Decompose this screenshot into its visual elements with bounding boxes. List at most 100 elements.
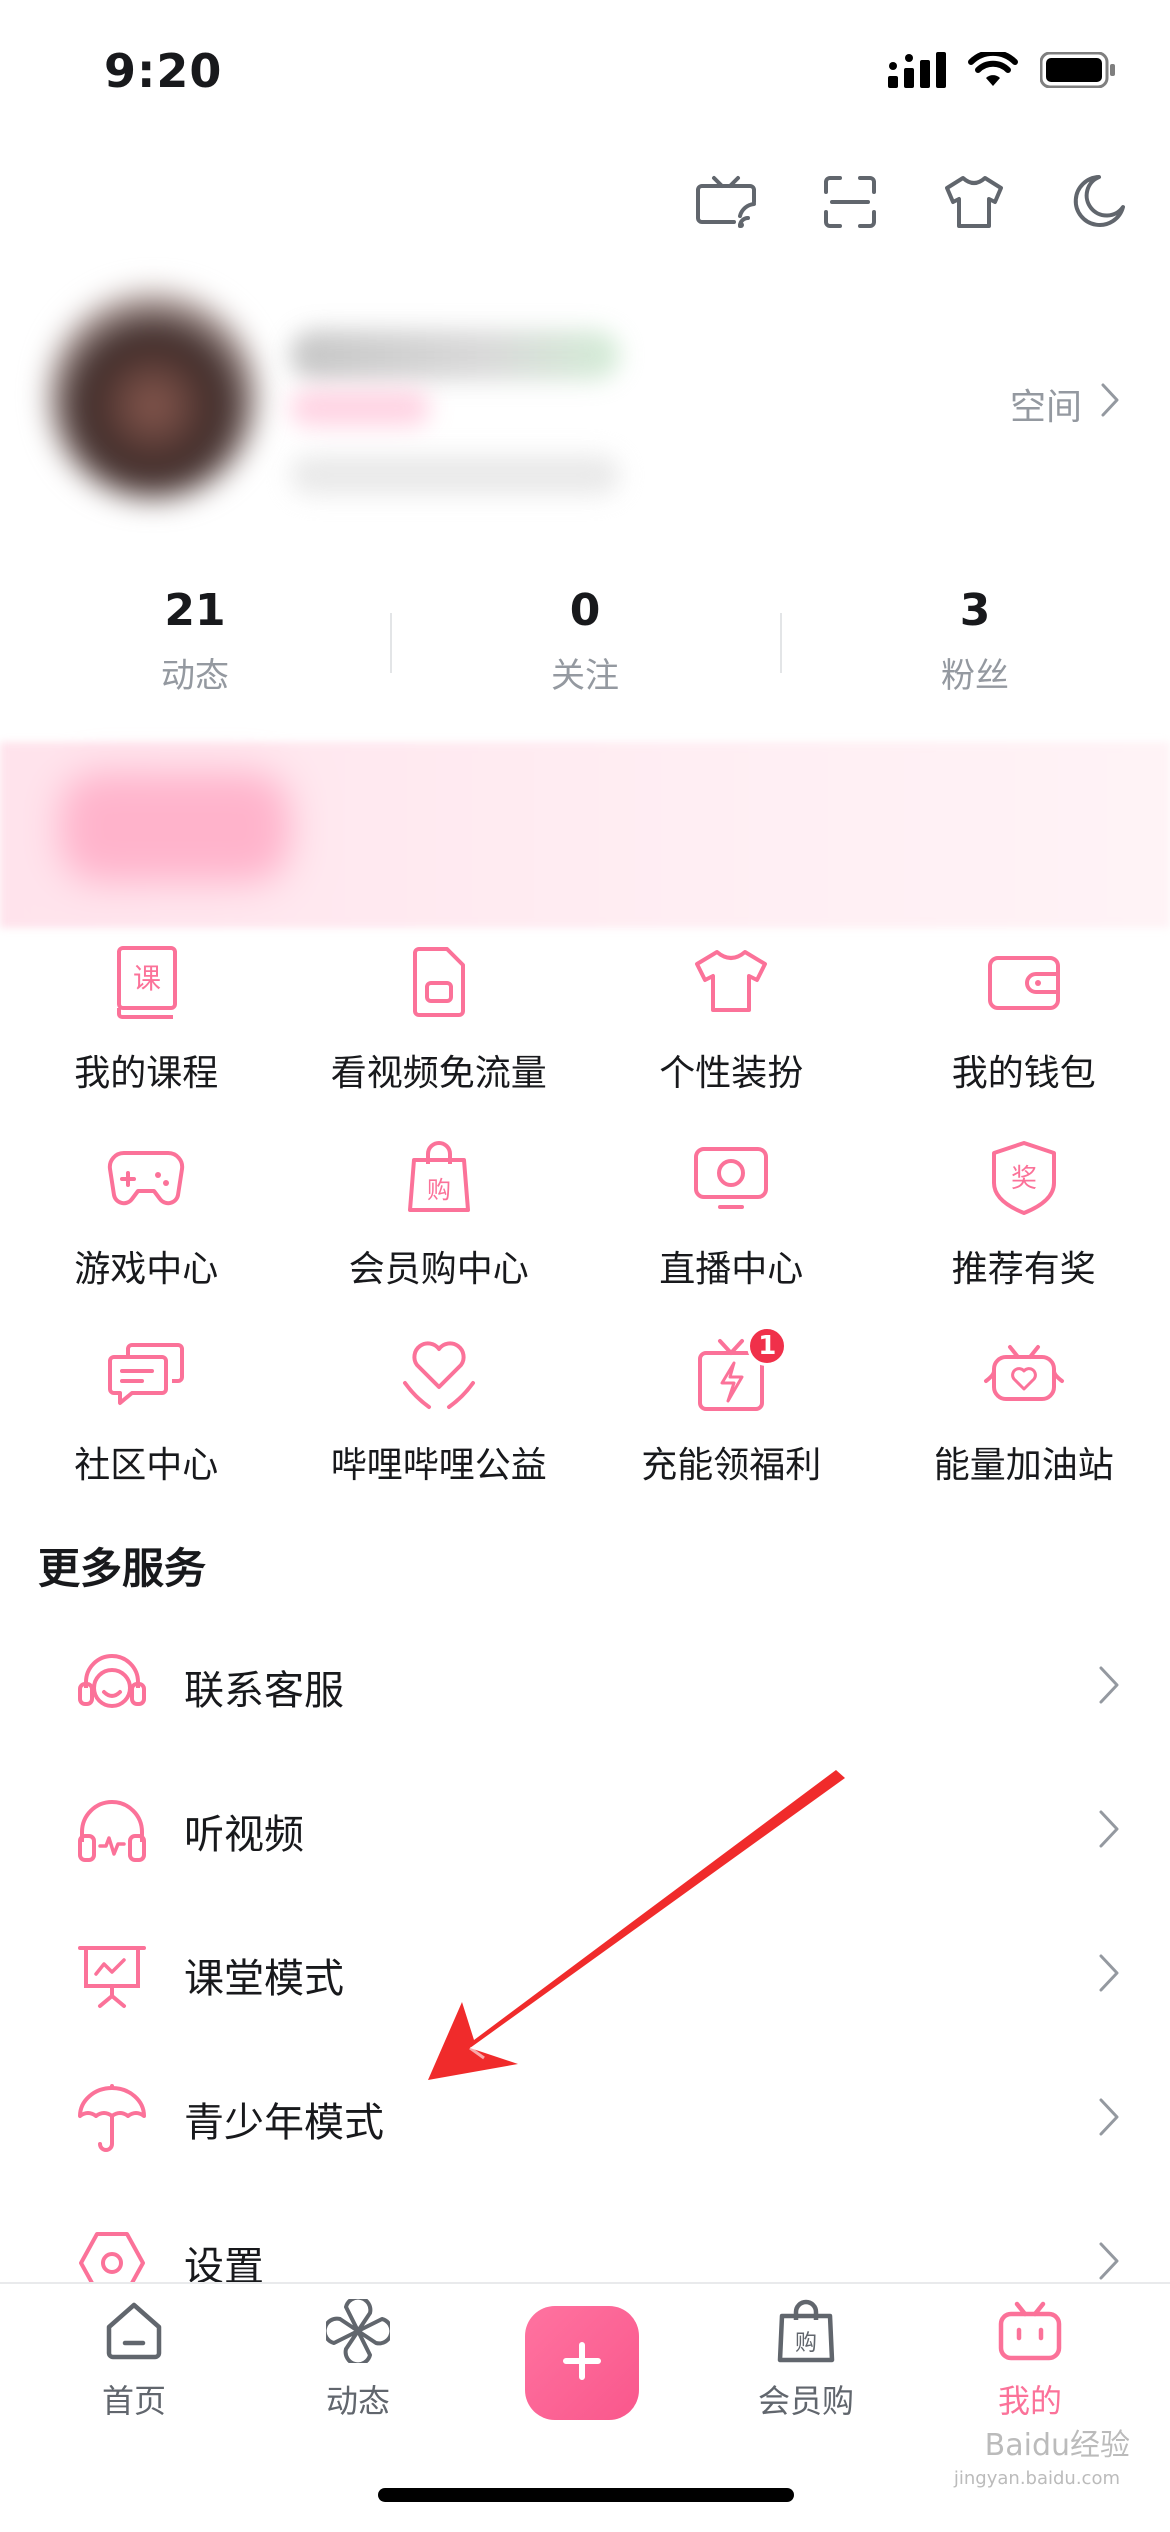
grid-item-label: 个性装扮 [659, 1053, 804, 1094]
pinwheel-icon [323, 2296, 393, 2366]
section-title-more-services: 更多服务 [38, 1544, 207, 1593]
tab-home[interactable]: 首页 [22, 2296, 246, 2422]
grid-item-my-course[interactable]: 课 我的课程 [0, 940, 293, 1098]
grid-item-label: 看视频免流量 [330, 1053, 547, 1094]
grid-item-game-center[interactable]: 游戏中心 [0, 1136, 293, 1294]
svg-text:奖: 奖 [1011, 1164, 1037, 1194]
umbrella-icon [72, 2079, 152, 2159]
grid-item-label: 充能领福利 [641, 1445, 822, 1486]
publish-button[interactable] [525, 2306, 639, 2420]
service-row-classroom-mode[interactable]: 课堂模式 [0, 1903, 1170, 2047]
grid-item-label: 我的课程 [74, 1053, 219, 1094]
tab-label: 我的 [997, 2382, 1062, 2420]
signal-icon [888, 52, 946, 92]
gamepad-icon [104, 1136, 188, 1220]
service-row-teen-mode[interactable]: 青少年模式 [0, 2047, 1170, 2191]
service-label: 青少年模式 [184, 2100, 384, 2146]
service-row-listen-video[interactable]: 听视频 [0, 1759, 1170, 1903]
stat-fans[interactable]: 3 粉丝 [780, 585, 1170, 705]
plus-icon [560, 2339, 604, 2387]
grid-item-label: 能量加油站 [933, 1445, 1114, 1486]
stats-bar: 21 动态 0 关注 3 粉丝 [0, 585, 1170, 705]
grid-item-vip-shop[interactable]: 购 会员购中心 [293, 1136, 586, 1294]
vip-badge-blurred [290, 390, 430, 426]
home-indicator [378, 2488, 794, 2502]
username-blurred [290, 330, 620, 380]
tv-cast-icon[interactable] [694, 170, 758, 234]
bilibili-tv-icon [995, 2296, 1065, 2366]
tshirt-icon[interactable] [942, 170, 1006, 234]
svg-text:课: 课 [133, 962, 161, 995]
course-icon: 课 [104, 940, 188, 1024]
home-icon [99, 2296, 169, 2366]
service-label: 联系客服 [184, 1668, 344, 1714]
stat-label: 动态 [161, 656, 229, 696]
tab-publish[interactable] [470, 2296, 694, 2422]
top-actions [694, 170, 1130, 234]
chevron-right-icon [1098, 1665, 1120, 1709]
reward-icon: 奖 [982, 1136, 1066, 1220]
vip-banner-blurred[interactable] [0, 742, 1170, 928]
grid-item-live-center[interactable]: 直播中心 [585, 1136, 878, 1294]
stat-value: 3 [959, 585, 991, 636]
notification-badge: 1 [747, 1326, 788, 1366]
stat-following[interactable]: 0 关注 [390, 585, 780, 705]
headphones-icon [72, 1791, 152, 1871]
banner-highlight [60, 772, 290, 882]
grid-item-charity[interactable]: 哔哩哔哩公益 [293, 1332, 586, 1490]
tab-dynamics[interactable]: 动态 [246, 2296, 470, 2422]
grid-item-label: 会员购中心 [348, 1249, 529, 1290]
svg-text:购: 购 [795, 2331, 817, 2356]
headset-smile-icon [72, 1647, 152, 1727]
service-label: 听视频 [184, 1812, 304, 1858]
status-icons [888, 49, 1116, 92]
chevron-right-icon [1098, 1953, 1120, 1997]
stat-label: 粉丝 [941, 656, 1009, 696]
moon-icon[interactable] [1066, 170, 1130, 234]
grid-item-wallet[interactable]: 我的钱包 [878, 940, 1170, 1098]
scan-icon[interactable] [818, 170, 882, 234]
more-services-list: 联系客服 听视频 课堂模式 青少年模式 设置 [0, 1615, 1170, 2335]
wifi-icon [968, 49, 1018, 92]
grid-item-free-data[interactable]: 看视频免流量 [293, 940, 586, 1098]
heart-hands-icon [397, 1332, 481, 1416]
stat-value: 0 [569, 585, 601, 636]
gift-charge-icon: 1 [689, 1326, 788, 1416]
tab-label: 动态 [325, 2382, 390, 2420]
live-tv-icon [689, 1136, 773, 1220]
tabs: 首页 动态 购 会员购 我的 [0, 2296, 1170, 2422]
shopping-bag-icon: 购 [771, 2296, 841, 2366]
feature-grid: 课 我的课程 看视频免流量 个性装扮 我的钱包 游戏中心 购 会员购中心 直播中… [0, 940, 1170, 1490]
grid-item-energy-station[interactable]: 能量加油站 [878, 1332, 1170, 1490]
grid-item-label: 推荐有奖 [951, 1249, 1096, 1290]
sim-card-icon [397, 940, 481, 1024]
grid-item-referral-reward[interactable]: 奖 推荐有奖 [878, 1136, 1170, 1294]
profile-info-blurred [290, 455, 620, 495]
chevron-right-icon [1098, 1809, 1120, 1853]
avatar[interactable] [48, 290, 258, 500]
space-label: 空间 [1009, 387, 1082, 428]
watermark-url: jingyan.baidu.com [953, 2468, 1120, 2489]
tab-mine[interactable]: 我的 [918, 2296, 1142, 2422]
chevron-right-icon [1098, 2097, 1120, 2141]
grid-item-label: 社区中心 [74, 1445, 219, 1486]
tab-label: 首页 [101, 2382, 166, 2420]
battery-icon [1039, 51, 1116, 92]
wallet-icon [982, 940, 1066, 1024]
grid-item-community[interactable]: 社区中心 [0, 1332, 293, 1490]
space-link[interactable]: 空间 [1010, 378, 1120, 430]
grid-item-charge-benefit[interactable]: 1 充能领福利 [585, 1326, 878, 1490]
grid-item-label: 游戏中心 [74, 1249, 219, 1290]
stat-dynamics[interactable]: 21 动态 [0, 585, 390, 705]
grid-item-label: 直播中心 [659, 1249, 804, 1290]
profile-header[interactable]: 空间 [0, 290, 1170, 540]
tab-vip-shop[interactable]: 购 会员购 [694, 2296, 918, 2422]
grid-item-dress-up[interactable]: 个性装扮 [585, 940, 878, 1098]
svg-text:购: 购 [427, 1176, 451, 1204]
presentation-board-icon [72, 1935, 152, 2015]
shopping-bag-icon: 购 [397, 1136, 481, 1220]
stat-label: 关注 [551, 656, 619, 696]
watermark: Baidu经验 [984, 2428, 1130, 2463]
tab-label: 会员购 [757, 2382, 854, 2420]
service-row-customer-service[interactable]: 联系客服 [0, 1615, 1170, 1759]
